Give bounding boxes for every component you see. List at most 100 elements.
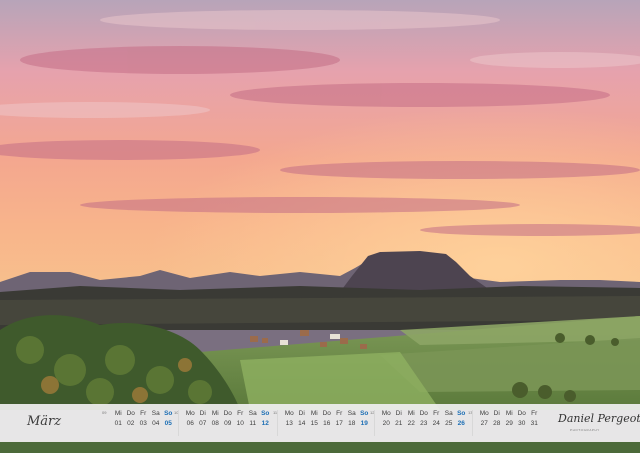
day-number: 17 [335, 420, 343, 427]
weekday-name: Sa [444, 410, 453, 417]
day-number: 23 [420, 420, 428, 427]
calendar-day: Mi 15 [308, 409, 321, 429]
calendar-day: Mo 06 [184, 409, 197, 429]
calendar-day: Fr 24 [430, 409, 443, 429]
day-number: 27 [480, 420, 488, 427]
weekday-name: Do [223, 410, 232, 417]
calendar-day: So 12 [259, 409, 272, 429]
weekday-name: Fr [433, 410, 440, 417]
calendar-day: So 05 [162, 409, 175, 429]
day-number: 01 [114, 420, 122, 427]
weekday-name: Di [298, 410, 305, 417]
weekday-name: Mi [310, 410, 318, 417]
weekday-name: Do [126, 410, 135, 417]
calendar-day: Mi 08 [209, 409, 222, 429]
weekday-name: Do [322, 410, 331, 417]
calendar-day: Di 21 [393, 409, 406, 429]
weekday-name: Mo [284, 410, 294, 417]
weekday-name: Di [493, 410, 500, 417]
weekday-name: So [457, 410, 466, 417]
calendar-day: Fr 17 [333, 409, 346, 429]
calendar-day: Mi 29 [503, 409, 516, 429]
day-number: 18 [348, 420, 356, 427]
calendar-day: So 19 [358, 409, 371, 429]
day-number: 15 [310, 420, 318, 427]
calendar-day: Do 23 [418, 409, 431, 429]
landscape-photo [0, 0, 640, 410]
weekday-name: Mo [479, 410, 489, 417]
day-number: 24 [432, 420, 440, 427]
calendar-day: Mi 22 [405, 409, 418, 429]
weekday-name: Do [419, 410, 428, 417]
week-separator [472, 410, 473, 436]
weekday-name: Di [199, 410, 206, 417]
day-number: 19 [360, 420, 368, 427]
logo-subtitle: PHOTOGRAPHY [570, 428, 600, 432]
day-number: 16 [323, 420, 331, 427]
calendar-day: Do 16 [321, 409, 334, 429]
calendar-weeks: 09 Mi 01 Do 02 Fr 03 Sa 04 So 05 10 Mo 06 Di 07 Mi 08 Do 09… [0, 404, 640, 442]
weekday-name: Do [517, 410, 526, 417]
calendar-week: 11 Mo 13 Di 14 Mi 15 Do 16 Fr 17 Sa 18 So 19 [273, 409, 371, 439]
day-number: 12 [261, 420, 269, 427]
day-number: 26 [457, 420, 465, 427]
day-number: 13 [285, 420, 293, 427]
calendar-week: 09 Mi 01 Do 02 Fr 03 Sa 04 So 05 [102, 409, 175, 439]
calendar-day: Do 30 [516, 409, 529, 429]
week-separator [178, 410, 179, 436]
weekday-name: Fr [336, 410, 343, 417]
weekday-name: Fr [531, 410, 538, 417]
calendar-week: 10 Mo 06 Di 07 Mi 08 Do 09 Fr 10 Sa 11 So 12 [174, 409, 272, 439]
day-number: 22 [407, 420, 415, 427]
weekday-name: Sa [151, 410, 160, 417]
photo-bottom-edge [0, 442, 640, 453]
day-number: 14 [298, 420, 306, 427]
day-number: 08 [211, 420, 219, 427]
day-number: 31 [530, 420, 538, 427]
calendar-week: 13 Mo 27 Di 28 Mi 29 Do 30 Fr 31 [468, 409, 541, 439]
calendar-day: Mo 13 [283, 409, 296, 429]
weekday-name: Mi [505, 410, 513, 417]
logo-name: Daniel Pergeoticus [558, 412, 640, 425]
weekday-name: Mi [114, 410, 122, 417]
day-number: 29 [505, 420, 513, 427]
calendar-day: Di 07 [197, 409, 210, 429]
weekday-name: Fr [140, 410, 147, 417]
weekday-name: So [164, 410, 173, 417]
calendar-day: Sa 25 [443, 409, 456, 429]
calendar-day: Fr 03 [137, 409, 150, 429]
weekday-name: Sa [347, 410, 356, 417]
day-number: 25 [445, 420, 453, 427]
weekday-name: Mi [211, 410, 219, 417]
calendar-day: Di 14 [296, 409, 309, 429]
calendar-week: 12 Mo 20 Di 21 Mi 22 Do 23 Fr 24 Sa 25 So 26 [370, 409, 468, 439]
day-number: 04 [152, 420, 160, 427]
day-number: 07 [199, 420, 207, 427]
calendar-day: Sa 11 [247, 409, 260, 429]
day-number: 09 [224, 420, 232, 427]
day-number: 02 [127, 420, 135, 427]
day-number: 03 [139, 420, 147, 427]
weekday-name: Fr [237, 410, 244, 417]
calendar-day: Do 02 [125, 409, 138, 429]
calendar-day: Mo 20 [380, 409, 393, 429]
day-number: 20 [382, 420, 390, 427]
weekday-name: Di [395, 410, 402, 417]
calendar-day: So 26 [455, 409, 468, 429]
day-number: 28 [493, 420, 501, 427]
photographer-logo: Daniel Pergeoticus PHOTOGRAPHY [558, 410, 640, 436]
calendar-day: Di 28 [491, 409, 504, 429]
day-number: 06 [186, 420, 194, 427]
weekday-name: So [261, 410, 270, 417]
calendar-day: Fr 10 [234, 409, 247, 429]
weekday-name: Mo [185, 410, 195, 417]
weekday-name: Mi [407, 410, 415, 417]
day-number: 30 [518, 420, 526, 427]
week-number: 09 [102, 410, 107, 415]
week-separator [374, 410, 375, 436]
day-number: 21 [395, 420, 403, 427]
day-number: 10 [236, 420, 244, 427]
calendar-day: Sa 18 [346, 409, 359, 429]
week-separator [277, 410, 278, 436]
weekday-name: Sa [248, 410, 257, 417]
